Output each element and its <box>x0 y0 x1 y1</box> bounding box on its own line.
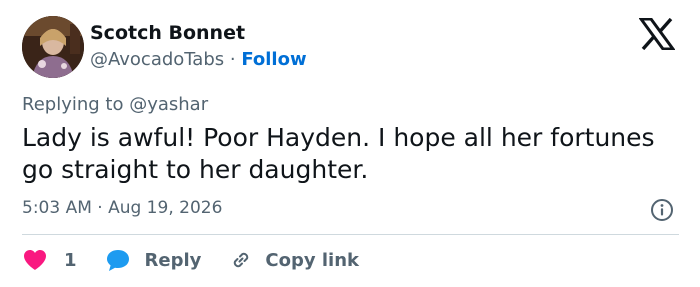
user-handle[interactable]: @AvocadoTabs <box>90 49 224 70</box>
x-logo-icon[interactable] <box>638 17 676 51</box>
display-name[interactable]: Scotch Bonnet <box>90 22 245 44</box>
follow-button[interactable]: Follow <box>241 49 306 70</box>
heart-icon <box>22 248 48 272</box>
timestamp[interactable]: 5:03 AM · Aug 19, 2026 <box>22 198 222 218</box>
copy-link-label: Copy link <box>265 249 359 271</box>
replying-to[interactable]: Replying to @yashar <box>22 94 208 115</box>
info-icon[interactable] <box>650 198 674 222</box>
like-count: 1 <box>64 249 77 271</box>
reply-label: Reply <box>144 249 202 271</box>
action-bar: 1 Reply Copy link <box>22 246 387 274</box>
handle-line: @AvocadoTabs · Follow <box>90 49 307 70</box>
link-icon <box>229 248 253 272</box>
tweet-card: Scotch Bonnet @AvocadoTabs · Follow Repl… <box>0 0 700 287</box>
copy-link-button[interactable]: Copy link <box>229 248 359 272</box>
avatar[interactable] <box>22 16 84 78</box>
speech-bubble-icon <box>105 248 131 272</box>
tweet-text: Lady is awful! Poor Hayden. I hope all h… <box>22 123 655 184</box>
like-button[interactable]: 1 <box>22 248 77 272</box>
divider <box>22 234 679 235</box>
separator-dot: · <box>224 49 242 70</box>
reply-button[interactable]: Reply <box>105 248 202 272</box>
